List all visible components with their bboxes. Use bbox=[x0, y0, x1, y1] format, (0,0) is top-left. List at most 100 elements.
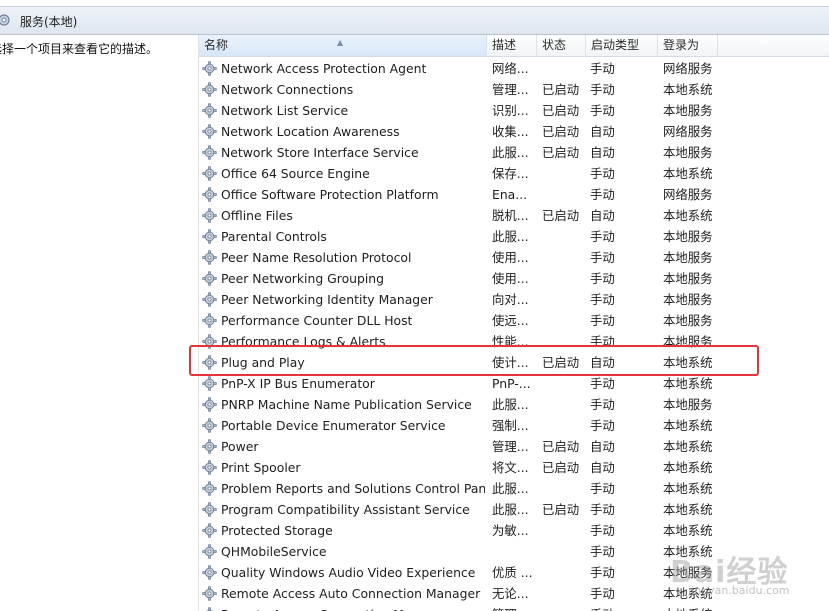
service-logon-as: 本地系统 bbox=[663, 460, 713, 475]
service-row[interactable]: Parental Controls 此服... 手动 本地服务 bbox=[199, 226, 829, 247]
service-row[interactable]: Network List Service 识别... 已启动 手动 本地服务 bbox=[199, 100, 829, 121]
service-status bbox=[542, 226, 588, 247]
service-logon-as: 本地服务 bbox=[663, 250, 713, 265]
service-logon-as: 本地服务 bbox=[663, 145, 713, 160]
service-logon-as: 本地系统 bbox=[663, 418, 713, 433]
watermark: Bai经验 jingyan.baidu.com bbox=[638, 537, 818, 607]
description-text: 选择一个项目来查看它的描述。 bbox=[0, 42, 159, 56]
service-startup-type: 手动 bbox=[590, 229, 615, 244]
service-logon-as: 本地系统 bbox=[663, 82, 713, 97]
service-row[interactable]: Print Spooler 将文... 已启动 自动 本地系统 bbox=[199, 457, 829, 478]
service-logon-as: 本地服务 bbox=[663, 397, 713, 412]
service-row[interactable]: PNRP Machine Name Publication Service 此服.… bbox=[199, 394, 829, 415]
service-startup-type: 手动 bbox=[590, 397, 615, 412]
service-startup-type: 手动 bbox=[590, 103, 615, 118]
service-gear-icon bbox=[202, 145, 217, 160]
column-header-logon-label: 登录为 bbox=[663, 38, 700, 52]
service-logon-as: 本地系统 bbox=[663, 502, 713, 517]
service-status bbox=[542, 541, 588, 562]
service-startup-type: 手动 bbox=[590, 166, 615, 181]
service-gear-icon bbox=[202, 313, 217, 328]
column-header-desc[interactable]: 描述 bbox=[487, 35, 537, 56]
service-name: PnP-X IP Bus Enumerator bbox=[221, 376, 375, 391]
list-header: ▲ 名称 描述 状态 启动类型 登录为 bbox=[199, 35, 829, 57]
service-startup-type: 手动 bbox=[590, 82, 615, 97]
service-gear-icon bbox=[202, 565, 217, 580]
service-desc: 管理... bbox=[492, 604, 536, 611]
service-name: Performance Counter DLL Host bbox=[221, 313, 413, 328]
service-desc bbox=[492, 541, 536, 562]
service-row[interactable]: Power 管理... 已启动 自动 本地系统 bbox=[199, 436, 829, 457]
column-header-name[interactable]: ▲ 名称 bbox=[199, 35, 487, 56]
service-name: Remote Access Auto Connection Manager bbox=[221, 586, 481, 601]
service-logon-as: 本地服务 bbox=[663, 229, 713, 244]
service-name: Quality Windows Audio Video Experience bbox=[221, 565, 476, 580]
service-gear-icon bbox=[202, 103, 217, 118]
service-desc: 为敏... bbox=[492, 523, 529, 538]
service-name: Print Spooler bbox=[221, 460, 301, 475]
service-gear-icon bbox=[202, 439, 217, 454]
service-desc: 此服... bbox=[492, 481, 529, 496]
highlight-box bbox=[189, 345, 759, 376]
service-desc: Ena... bbox=[492, 187, 528, 202]
service-name: Peer Networking Grouping bbox=[221, 271, 385, 286]
service-desc: PnP-... bbox=[492, 376, 531, 391]
service-name: Peer Name Resolution Protocol bbox=[221, 250, 412, 265]
service-row[interactable]: Office Software Protection Platform Ena..… bbox=[199, 184, 829, 205]
service-status bbox=[542, 247, 588, 268]
service-gear-icon bbox=[202, 460, 217, 475]
service-row[interactable]: Network Store Interface Service 此服... 已启动自… bbox=[199, 142, 829, 163]
service-desc: 无论... bbox=[492, 586, 529, 601]
service-row[interactable]: Peer Name Resolution Protocol 使用... 手动 本地服务 bbox=[199, 247, 829, 268]
services-gear-icon bbox=[0, 14, 10, 26]
service-name: Power bbox=[221, 439, 259, 454]
service-gear-icon bbox=[202, 166, 217, 181]
service-name: Office Software Protection Platform bbox=[221, 187, 439, 202]
service-logon-as: 本地服务 bbox=[663, 271, 713, 286]
service-row[interactable]: Office 64 Source Engine 保存... 手动 本地系统 bbox=[199, 163, 829, 184]
service-status bbox=[542, 58, 588, 79]
service-desc: 使用... bbox=[492, 271, 529, 286]
service-row[interactable]: Network Connections 管理... 已启动 手动 本地系统 bbox=[199, 79, 829, 100]
service-row[interactable]: Portable Device Enumerator Service 强制... 手… bbox=[199, 415, 829, 436]
service-status bbox=[542, 604, 588, 611]
services-list[interactable]: ▲ 名称 描述 状态 启动类型 登录为 Network Access Prote… bbox=[198, 35, 829, 611]
service-gear-icon bbox=[202, 544, 217, 559]
service-startup-type: 自动 bbox=[590, 439, 615, 454]
service-status bbox=[542, 415, 588, 436]
service-row[interactable]: Network Location Awareness 收集... 已启动 自动 网络服务 bbox=[199, 121, 829, 142]
service-logon-as: 本地服务 bbox=[663, 292, 713, 307]
service-name: Network Access Protection Agent bbox=[221, 61, 427, 76]
service-startup-type: 手动 bbox=[590, 481, 615, 496]
service-name: Network Connections bbox=[221, 82, 354, 97]
column-header-status[interactable]: 状态 bbox=[537, 35, 586, 56]
service-row[interactable]: Problem Reports and Solutions Control Pa… bbox=[199, 478, 829, 499]
column-header-logon[interactable]: 登录为 bbox=[658, 35, 718, 56]
service-row[interactable]: Peer Networking Grouping 使用... 手动 本地服务 bbox=[199, 268, 829, 289]
service-row[interactable]: PnP-X IP Bus Enumerator PnP-... 手动 本地系统 bbox=[199, 373, 829, 394]
column-header-startup[interactable]: 启动类型 bbox=[586, 35, 658, 56]
description-pane: 选择一个项目来查看它的描述。 bbox=[0, 40, 168, 57]
service-gear-icon bbox=[202, 586, 217, 601]
service-gear-icon bbox=[202, 61, 217, 76]
service-row[interactable]: Program Compatibility Assistant Service 此… bbox=[199, 499, 829, 520]
service-status bbox=[542, 520, 588, 541]
service-name: Network Location Awareness bbox=[221, 124, 400, 139]
service-status bbox=[542, 562, 588, 583]
service-startup-type: 手动 bbox=[590, 250, 615, 265]
service-startup-type: 手动 bbox=[590, 313, 615, 328]
service-row[interactable]: Network Access Protection Agent 网络... 手动 网络… bbox=[199, 58, 829, 79]
service-row[interactable]: Offline Files 脱机... 已启动 自动 本地系统 bbox=[199, 205, 829, 226]
service-name: Network Store Interface Service bbox=[221, 145, 419, 160]
service-desc: 管理... bbox=[492, 82, 529, 97]
service-desc: 管理... bbox=[492, 439, 529, 454]
service-logon-as: 本地系统 bbox=[663, 439, 713, 454]
service-name: Portable Device Enumerator Service bbox=[221, 418, 446, 433]
service-startup-type: 手动 bbox=[590, 187, 615, 202]
service-name: Parental Controls bbox=[221, 229, 327, 244]
service-row[interactable]: Peer Networking Identity Manager 向对... 手动 本… bbox=[199, 289, 829, 310]
service-desc: 收集... bbox=[492, 124, 529, 139]
service-startup-type: 手动 bbox=[590, 61, 615, 76]
service-name: QHMobileService bbox=[221, 544, 327, 559]
service-row[interactable]: Performance Counter DLL Host 使远... 手动 本地服务 bbox=[199, 310, 829, 331]
